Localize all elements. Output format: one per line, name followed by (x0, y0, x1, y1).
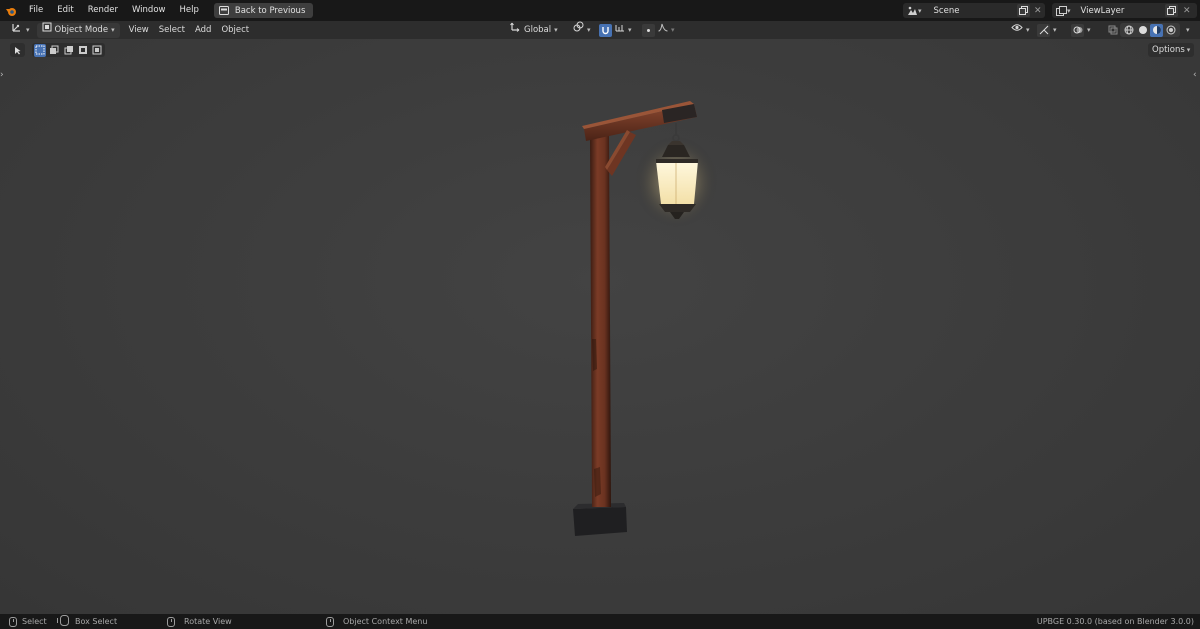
status-rotate-view-label: Rotate View (184, 617, 232, 626)
proportional-edit-icon (642, 23, 655, 37)
shading-chevron-icon: ▾ (1186, 26, 1190, 34)
overlays-toggle[interactable]: ▾ (1066, 21, 1096, 39)
eye-icon (1011, 21, 1023, 39)
duplicate-scene-icon[interactable] (1017, 4, 1030, 17)
visibility-chevron-icon: ▾ (1026, 26, 1030, 34)
status-context-menu: Object Context Menu (326, 614, 427, 629)
scene-dropdown-icon: ▾ (918, 6, 922, 15)
solid-shading-icon[interactable] (1136, 24, 1149, 37)
back-to-previous-label: Back to Previous (234, 5, 306, 16)
rendered-shading-icon[interactable] (1164, 24, 1177, 37)
viewlayer-name: ViewLayer (1080, 5, 1125, 16)
status-context-menu-label: Object Context Menu (343, 617, 428, 626)
status-select-label: Select (22, 617, 47, 626)
gizmo-chevron-icon: ▾ (1053, 26, 1057, 34)
3d-viewport[interactable]: Options ▾ › ‹ (0, 39, 1200, 614)
menu-file[interactable]: File (22, 0, 50, 21)
status-box-select: Box Select (57, 614, 117, 629)
snap-toggle[interactable]: ▾ (594, 21, 637, 39)
editor-type-chevron-icon: ▾ (26, 26, 30, 34)
object-mode-icon (42, 21, 52, 39)
mouse-left-icon (9, 616, 17, 627)
mode-selector[interactable]: Object Mode ▾ (36, 21, 120, 39)
duplicate-viewlayer-icon[interactable] (1165, 4, 1178, 17)
scene-selector[interactable]: ▾ Scene ✕ (903, 3, 1045, 18)
status-box-select-label: Box Select (75, 617, 118, 626)
menu-edit[interactable]: Edit (50, 0, 80, 21)
pivot-icon (573, 21, 584, 39)
orientation-chevron-icon: ▾ (554, 26, 558, 34)
status-select: Select (9, 614, 47, 629)
overlays-chevron-icon: ▾ (1087, 26, 1091, 34)
snap-icon (599, 23, 612, 37)
shading-mode-group (1120, 23, 1180, 37)
wireframe-shading-icon[interactable] (1122, 24, 1135, 37)
pivot-point-selector[interactable]: ▾ (568, 21, 596, 39)
top-menubar: File Edit Render Window Help Back to Pre… (0, 0, 1200, 21)
orientation-label: Global (524, 25, 552, 35)
viewlayer-dropdown-icon: ▾ (1067, 6, 1071, 15)
mouse-drag-icon (57, 615, 70, 628)
scene-icon (906, 5, 918, 17)
mouse-middle-icon (167, 616, 175, 627)
close-scene-icon[interactable]: ✕ (1034, 6, 1042, 16)
shading-options-toggle[interactable]: ▾ (1181, 21, 1195, 39)
pivot-chevron-icon: ▾ (587, 26, 591, 34)
editor-type-button[interactable]: ▾ (6, 21, 35, 39)
orientation-icon (510, 21, 521, 39)
mode-chevron-icon: ▾ (111, 26, 115, 34)
blender-logo-icon[interactable] (0, 0, 22, 21)
viewlayer-icon (1055, 5, 1067, 17)
menu-object[interactable]: Object (216, 21, 254, 39)
menu-help[interactable]: Help (172, 0, 205, 21)
menu-add[interactable]: Add (190, 21, 216, 39)
lamp-post-render (573, 101, 718, 536)
axis-gizmo-icon (11, 21, 23, 40)
viewport-header: ▾ Object Mode ▾ View Select Add Object G… (0, 21, 1200, 39)
falloff-chevron-icon: ▾ (671, 26, 675, 34)
status-version: UPBGE 0.30.0 (based on Blender 3.0.0) (1037, 614, 1194, 629)
falloff-icon (658, 21, 668, 39)
overlays-icon (1071, 23, 1084, 37)
back-to-previous-button[interactable]: Back to Previous (213, 3, 314, 18)
status-rotate-view: Rotate View (167, 614, 232, 629)
material-preview-shading-icon[interactable] (1150, 23, 1163, 37)
menu-select[interactable]: Select (154, 21, 190, 39)
gizmo-toggle[interactable]: ▾ (1032, 21, 1062, 39)
close-viewlayer-icon[interactable]: ✕ (1183, 6, 1191, 16)
transform-orientation-selector[interactable]: Global ▾ (505, 21, 563, 39)
mouse-right-icon (326, 616, 334, 627)
version-label: UPBGE 0.30.0 (based on Blender 3.0.0) (1036, 617, 1194, 626)
snap-chevron-icon: ▾ (628, 26, 632, 34)
snap-increment-icon (615, 21, 625, 39)
menu-view[interactable]: View (124, 21, 154, 39)
mode-label: Object Mode (54, 25, 109, 35)
proportional-edit-toggle[interactable]: ▾ (637, 21, 680, 39)
gizmo-icon (1037, 23, 1050, 37)
menu-render[interactable]: Render (81, 0, 125, 21)
object-visibility-selector[interactable]: ▾ (1006, 21, 1035, 39)
xray-icon (1106, 24, 1119, 37)
menu-window[interactable]: Window (125, 0, 173, 21)
scene-name: Scene (933, 5, 960, 16)
screen-icon (218, 5, 230, 17)
viewlayer-selector[interactable]: ▾ ViewLayer ✕ (1052, 3, 1197, 18)
status-bar: Select Box Select Rotate View Object Con… (0, 614, 1200, 629)
